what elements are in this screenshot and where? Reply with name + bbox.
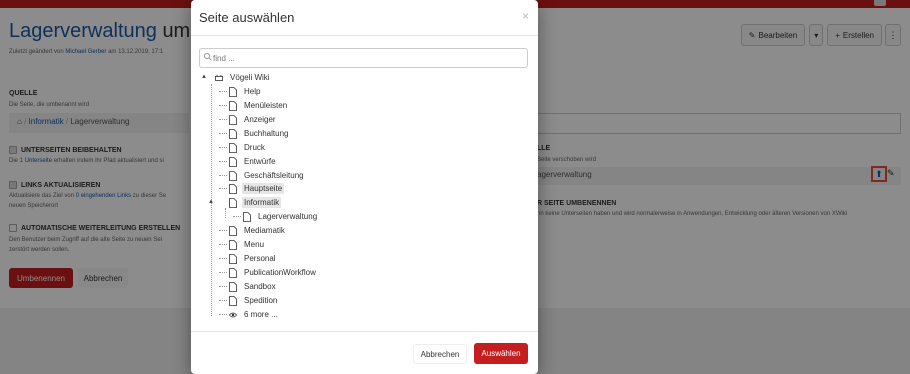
select-page-modal: Seite auswählen × ▴ Vögeli Wiki Help bbox=[191, 0, 538, 374]
tree-node-mediamatik[interactable]: Mediamatik bbox=[219, 224, 287, 237]
search-field[interactable] bbox=[199, 48, 528, 68]
tree-node-geschaeftsleitung[interactable]: Geschäftsleitung bbox=[219, 169, 306, 182]
tree-node-menu[interactable]: Menu bbox=[219, 238, 266, 251]
page-icon bbox=[229, 253, 237, 264]
modal-select-button[interactable]: Auswählen bbox=[474, 343, 528, 364]
page-icon bbox=[229, 239, 237, 250]
page-tree: ▴ Vögeli Wiki Help Menüleisten Anzeiger bbox=[191, 70, 538, 320]
page-icon bbox=[229, 225, 237, 236]
tree-node-hauptseite[interactable]: Hauptseite bbox=[219, 182, 285, 195]
page-icon bbox=[229, 295, 237, 306]
tree-node-spedition[interactable]: Spedition bbox=[219, 294, 279, 307]
modal-footer: Abbrechen Auswählen bbox=[191, 331, 538, 374]
page-icon bbox=[243, 211, 251, 222]
tree-node-druck[interactable]: Druck bbox=[219, 141, 267, 154]
page-icon bbox=[229, 267, 237, 278]
modal-cancel-button[interactable]: Abbrechen bbox=[413, 344, 467, 364]
tree-node-buchhaltung[interactable]: Buchhaltung bbox=[219, 127, 290, 140]
tree-node-entwuerfe[interactable]: Entwürfe bbox=[219, 155, 278, 168]
search-icon bbox=[203, 52, 212, 61]
page-icon bbox=[229, 183, 237, 194]
eye-icon bbox=[229, 312, 237, 317]
page-icon bbox=[229, 86, 237, 97]
tree-node-root[interactable]: Vögeli Wiki bbox=[215, 71, 272, 84]
tree-node-publicationworkflow[interactable]: PublicationWorkflow bbox=[219, 266, 318, 279]
tree-node-sandbox[interactable]: Sandbox bbox=[219, 280, 278, 293]
wiki-icon bbox=[215, 74, 223, 81]
tree-toggle-root[interactable]: ▴ bbox=[200, 73, 208, 81]
tree-node-anzeiger[interactable]: Anzeiger bbox=[219, 113, 278, 126]
page-icon bbox=[229, 197, 237, 208]
page-icon bbox=[229, 100, 237, 111]
modal-header: Seite auswählen × bbox=[191, 0, 538, 36]
tree-guide-line-nested bbox=[225, 208, 226, 218]
tree-node-menueleisten[interactable]: Menüleisten bbox=[219, 99, 289, 112]
tree-node-personal[interactable]: Personal bbox=[219, 252, 278, 265]
tree-node-help[interactable]: Help bbox=[219, 85, 262, 98]
page-icon bbox=[229, 156, 237, 167]
page-icon bbox=[229, 142, 237, 153]
close-icon[interactable]: × bbox=[522, 9, 529, 23]
page-icon bbox=[229, 170, 237, 181]
tree-toggle-informatik[interactable]: ▴ bbox=[207, 198, 215, 206]
page-icon bbox=[229, 281, 237, 292]
modal-title: Seite auswählen bbox=[199, 10, 295, 25]
search-input[interactable] bbox=[213, 51, 523, 65]
tree-node-more[interactable]: 6 more ... bbox=[219, 308, 280, 321]
page-icon bbox=[229, 128, 237, 139]
tree-node-lagerverwaltung[interactable]: Lagerverwaltung bbox=[233, 210, 319, 223]
tree-node-informatik[interactable]: Informatik bbox=[229, 196, 282, 209]
page-icon bbox=[229, 114, 237, 125]
